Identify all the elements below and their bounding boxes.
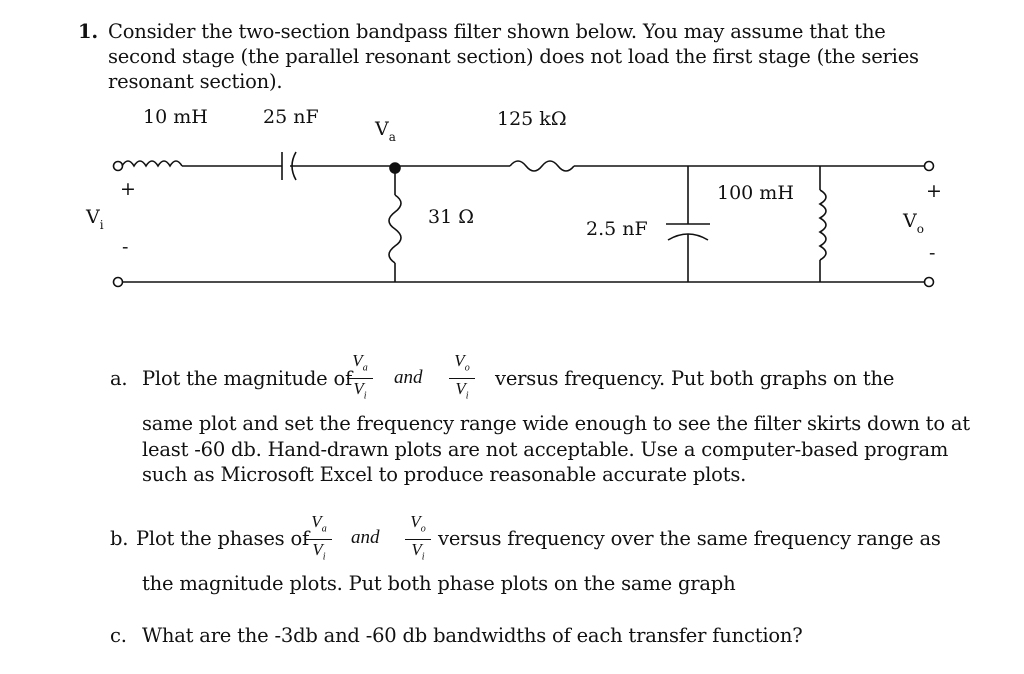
part-c-marker: c.	[110, 624, 127, 647]
bandpass-filter-circuit	[112, 151, 935, 288]
part-a-lead: Plot the magnitude of	[142, 367, 353, 390]
part-b-lead: Plot the phases of	[136, 527, 310, 550]
capacitor-2-5nf-label: 2.5 nF	[586, 218, 648, 240]
input-terminal-bottom	[112, 276, 124, 288]
fraction-vo-vi: Vo Vi	[449, 352, 475, 406]
capacitor-25nf-label: 25 nF	[263, 106, 319, 128]
input-plus-sign: +	[120, 178, 136, 200]
node-va-label: Va	[375, 118, 396, 144]
part-b-marker: b.	[110, 527, 129, 550]
input-terminal-top	[112, 160, 124, 172]
inductor-100mh-label: 100 mH	[717, 182, 794, 204]
output-terminal-bottom	[923, 276, 935, 288]
part-a-line-3: such as Microsoft Excel to produce reaso…	[142, 463, 747, 486]
part-b-and: and	[351, 527, 380, 548]
output-voltage-label: Vo	[903, 210, 924, 236]
part-a-and: and	[394, 367, 423, 388]
resistor-31-ohm-label: 31 Ω	[428, 206, 474, 228]
resistor-125k-label: 125 kΩ	[497, 108, 567, 130]
resistor-125k	[509, 160, 575, 172]
output-terminal-top	[923, 160, 935, 172]
inductor-10mh-label: 10 mH	[143, 106, 208, 128]
part-a-line-1: same plot and set the frequency range wi…	[142, 412, 970, 435]
fraction-va-vi-b: Va Vi	[306, 513, 332, 567]
output-plus-sign: +	[926, 180, 942, 202]
part-a-marker: a.	[110, 367, 128, 390]
part-a-tail: versus frequency. Put both graphs on the	[495, 367, 895, 390]
part-b-line-2: the magnitude plots. Put both phase plot…	[142, 572, 736, 595]
input-voltage-label: Vi	[86, 206, 104, 232]
input-minus-sign: -	[122, 236, 129, 258]
fraction-vo-vi-b: Vo Vi	[405, 513, 431, 567]
resistor-31-ohm	[388, 194, 402, 264]
output-minus-sign: -	[929, 242, 936, 264]
inductor-100mh	[818, 189, 827, 261]
part-a-line-2: least -60 db. Hand-drawn plots are not a…	[142, 438, 949, 461]
part-c-text: What are the -3db and -60 db bandwidths …	[142, 624, 803, 647]
part-b-tail: versus frequency over the same frequency…	[438, 527, 941, 550]
fraction-va-vi: Va Vi	[347, 352, 373, 406]
inductor-10mh	[121, 160, 183, 168]
